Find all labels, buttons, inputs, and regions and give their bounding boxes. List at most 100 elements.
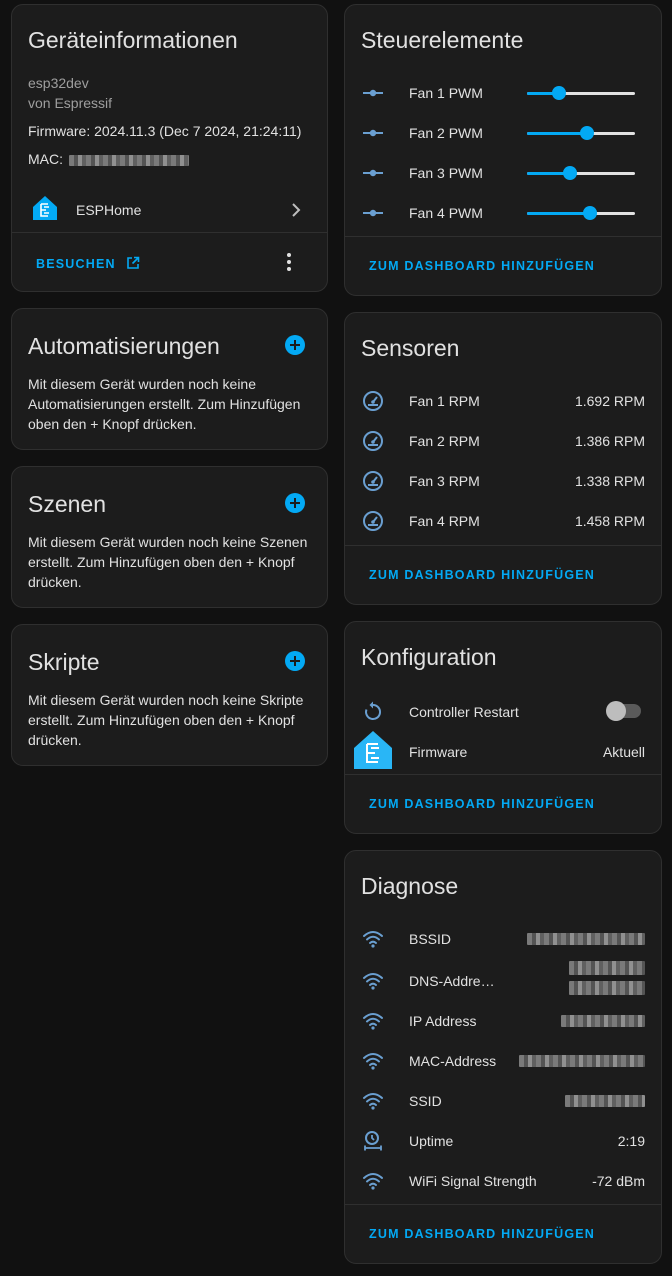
open-external-icon [127,256,140,269]
gauge-icon [363,471,383,491]
controller-restart-row[interactable]: Controller Restart [361,692,645,732]
slider-icon [363,129,383,137]
controls-card: Steuerelemente Fan 1 PWM Fan 2 PWM Fan 3 P… [344,4,662,296]
sensor-row[interactable]: Fan 2 RPM 1.386 RPM [361,421,645,461]
automations-card: Automatisierungen Mit diesem Gerät wurde… [11,308,328,450]
more-vertical-icon[interactable] [287,253,291,271]
device-firmware: Firmware: 2024.11.3 (Dec 7 2024, 21:24:1… [28,123,302,139]
add-scene-button[interactable] [285,493,305,513]
wifi-icon [363,1013,383,1030]
sensor-row[interactable]: Fan 1 RPM 1.692 RPM [361,381,645,421]
mac-address-label: MAC-Address [409,1053,497,1069]
device-info-card: Geräteinformationen esp32dev von Espress… [11,4,328,292]
device-mac-label: MAC: [28,151,63,167]
controller-restart-label: Controller Restart [409,704,519,720]
slider-thumb[interactable] [563,166,578,180]
sensor-value: 1.458 RPM [574,513,645,529]
add-automation-button[interactable] [285,335,305,355]
esphome-logo-icon [33,196,57,220]
dns-address-row[interactable]: DNS-Addre… [361,961,645,1005]
sensor-value: 1.338 RPM [574,473,645,489]
device-mac-redacted [68,154,189,166]
sensor-value: 1.692 RPM [574,393,645,409]
slider-icon [363,209,383,217]
fan-pwm-slider[interactable] [527,166,635,180]
integration-label: ESPHome [76,202,142,218]
integration-row[interactable]: ESPHome [12,191,327,231]
firmware-label: Firmware [409,744,468,760]
slider-row[interactable]: Fan 4 PWM [361,193,645,233]
scenes-text: Mit diesem Gerät wurden noch keine Szene… [28,534,308,590]
add-to-dashboard-button[interactable]: ZUM DASHBOARD HINZUFÜGEN [369,797,595,811]
slider-fill [527,212,590,215]
gauge-icon [363,511,383,531]
mac-address-value-redacted [519,1055,645,1067]
toggle-knob [606,701,626,721]
automations-text: Mit diesem Gerät wurden noch keine Autom… [28,376,301,432]
sensor-row[interactable]: Fan 3 RPM 1.338 RPM [361,461,645,501]
scripts-card: Skripte Mit diesem Gerät wurden noch kei… [11,624,328,766]
sensor-row[interactable]: Fan 4 RPM 1.458 RPM [361,501,645,541]
bssid-row[interactable]: BSSID [361,919,645,959]
sensor-value: 1.386 RPM [574,433,645,449]
sensors-footer: ZUM DASHBOARD HINZUFÜGEN [345,545,661,604]
ip-address-row[interactable]: IP Address [361,1001,645,1041]
visit-button[interactable]: BESUCHEN [36,255,140,273]
gauge-icon [363,391,383,411]
scripts-title: Skripte [28,649,100,675]
dns-address-label: DNS-Addre… [409,973,495,989]
sensor-label: Fan 2 RPM [409,433,480,449]
slider-fill [527,132,588,135]
ip-address-label: IP Address [409,1013,477,1029]
wifi-icon [363,973,383,990]
wifi-signal-label: WiFi Signal Strength [409,1173,537,1189]
slider-thumb[interactable] [580,126,595,140]
restart-icon [365,701,382,720]
wifi-signal-row[interactable]: WiFi Signal Strength -72 dBm [361,1161,645,1201]
device-manufacturer: von Espressif [28,95,113,111]
firmware-row[interactable]: Firmware Aktuell [354,731,645,772]
slider-icon [363,169,383,177]
fan-pwm-slider[interactable] [527,86,635,100]
slider-thumb[interactable] [552,86,567,100]
scenes-card: Szenen Mit diesem Gerät wurden noch kein… [11,466,328,608]
dns-address-value-redacted [569,981,645,995]
wifi-icon [363,1053,383,1070]
ssid-row[interactable]: SSID [361,1081,645,1121]
uptime-value: 2:19 [617,1133,645,1149]
wifi-icon [363,1093,383,1110]
add-script-button[interactable] [285,651,305,671]
add-to-dashboard-button[interactable]: ZUM DASHBOARD HINZUFÜGEN [369,568,595,582]
uptime-row[interactable]: Uptime 2:19 [361,1121,645,1161]
config-footer: ZUM DASHBOARD HINZUFÜGEN [345,774,661,833]
slider-row[interactable]: Fan 1 PWM [361,73,645,113]
config-title: Konfiguration [361,644,497,670]
add-to-dashboard-button[interactable]: ZUM DASHBOARD HINZUFÜGEN [369,1227,595,1241]
slider-label: Fan 1 PWM [409,85,483,101]
bssid-label: BSSID [409,931,452,947]
wifi-icon [363,931,383,948]
wifi-signal-value: -72 dBm [592,1173,645,1189]
mac-address-row[interactable]: MAC-Address [361,1041,645,1081]
sensor-label: Fan 1 RPM [409,393,480,409]
diagnostics-card: Diagnose BSSID DNS-Addre… IP Address MAC… [344,850,662,1264]
fan-pwm-slider[interactable] [527,126,635,140]
slider-label: Fan 3 PWM [409,165,483,181]
device-info-footer: BESUCHEN [12,232,327,291]
controller-restart-toggle[interactable] [606,701,641,721]
slider-row[interactable]: Fan 3 PWM [361,153,645,193]
esphome-logo-icon [354,731,392,769]
add-to-dashboard-button[interactable]: ZUM DASHBOARD HINZUFÜGEN [369,259,595,273]
sensors-card: Sensoren Fan 1 RPM 1.692 RPM Fan 2 RPM 1.38… [344,312,662,605]
slider-thumb[interactable] [582,206,597,220]
uptime-label: Uptime [409,1133,454,1149]
fan-pwm-slider[interactable] [527,206,635,220]
diagnostics-footer: ZUM DASHBOARD HINZUFÜGEN [345,1204,661,1263]
sensors-title: Sensoren [361,335,460,361]
ssid-value-redacted [565,1095,645,1107]
controls-footer: ZUM DASHBOARD HINZUFÜGEN [345,236,661,295]
slider-row[interactable]: Fan 2 PWM [361,113,645,153]
controls-title: Steuerelemente [361,27,524,53]
dns-address-value-redacted [569,961,645,975]
sensor-label: Fan 3 RPM [409,473,480,489]
